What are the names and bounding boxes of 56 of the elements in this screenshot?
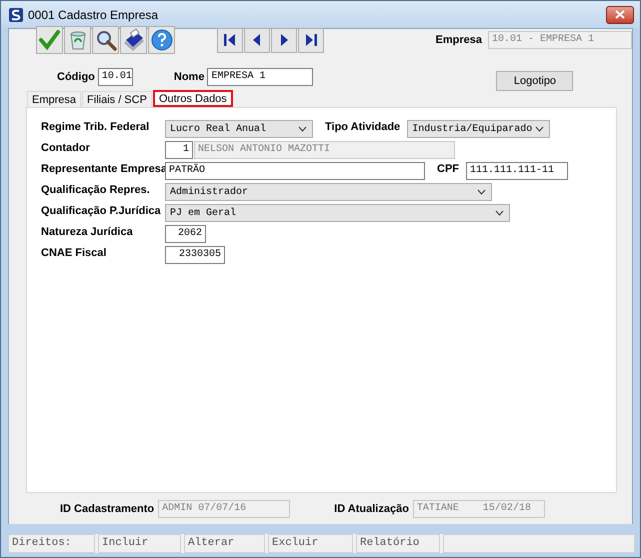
last-record-button[interactable]: [298, 28, 324, 52]
tab[interactable]: Empresa: [27, 91, 82, 107]
audit-label: ID Atualização: [334, 503, 409, 515]
nome-label: Nome: [174, 71, 204, 83]
tab[interactable]: Outros Dados: [152, 90, 233, 107]
logo-button[interactable]: Logotipo: [496, 71, 574, 91]
status-cell: Alterar: [184, 534, 265, 553]
status-cell: Relatório: [356, 534, 440, 553]
app-logo-icon: [8, 6, 24, 22]
print-button[interactable]: [120, 26, 147, 54]
chevron-down-icon: [477, 189, 486, 195]
dropdown[interactable]: Administrador: [165, 183, 492, 201]
input-field[interactable]: 1: [165, 141, 193, 159]
status-cell: Incluir: [98, 534, 181, 553]
codigo-field[interactable]: 10.01: [98, 68, 133, 86]
dropdown[interactable]: Lucro Real Anual: [165, 120, 313, 138]
check-icon: [38, 28, 62, 52]
field-label: CNAE Fiscal: [40, 246, 108, 259]
next-record-button[interactable]: [271, 28, 297, 52]
field-label: Contador: [40, 141, 91, 154]
empresa-label: Empresa: [436, 34, 482, 46]
codigo-label: Código: [57, 71, 95, 83]
audit-label: ID Cadastramento: [60, 503, 154, 515]
status-cell: Direitos:: [8, 534, 95, 553]
help-button[interactable]: [148, 26, 175, 54]
field-label: Qualificação P.Jurídica: [40, 204, 162, 217]
chevron-down-icon: [298, 126, 307, 132]
dropdown[interactable]: Industria/Equiparado: [407, 120, 550, 138]
field-label: Representante Empresa: [40, 162, 165, 175]
tab[interactable]: Filiais / SCP: [82, 91, 152, 107]
skip-end-icon: [303, 32, 319, 48]
printer-icon: [122, 28, 146, 52]
chevron-down-icon: [535, 126, 544, 132]
first-record-button[interactable]: [217, 28, 243, 52]
search-button[interactable]: [92, 26, 119, 54]
help-icon: [150, 28, 174, 52]
field-label: CPF: [437, 162, 459, 175]
close-button[interactable]: [606, 6, 634, 24]
input-field[interactable]: 111.111.111-11: [466, 162, 568, 180]
previous-record-button[interactable]: [244, 28, 270, 52]
dropdown[interactable]: PJ em Geral: [165, 204, 510, 222]
input-field[interactable]: 2062: [165, 225, 206, 243]
field-label: Qualificação Repres.: [40, 183, 151, 196]
input-field[interactable]: PATRÃO: [165, 162, 425, 180]
input-field[interactable]: 2330305: [165, 246, 225, 264]
status-cell: Excluir: [268, 534, 353, 553]
close-icon: [615, 10, 625, 19]
trash-button[interactable]: [64, 26, 91, 54]
nome-field[interactable]: EMPRESA 1: [207, 68, 314, 86]
window-title: 0001 Cadastro Empresa: [28, 8, 160, 22]
confirm-button[interactable]: [36, 26, 63, 54]
chevron-down-icon: [495, 210, 504, 216]
field-label: Natureza Jurídica: [40, 225, 134, 238]
field-label: Regime Trib. Federal: [40, 120, 150, 133]
field-label: Tipo Atividade: [325, 120, 400, 133]
skip-start-icon: [222, 32, 238, 48]
